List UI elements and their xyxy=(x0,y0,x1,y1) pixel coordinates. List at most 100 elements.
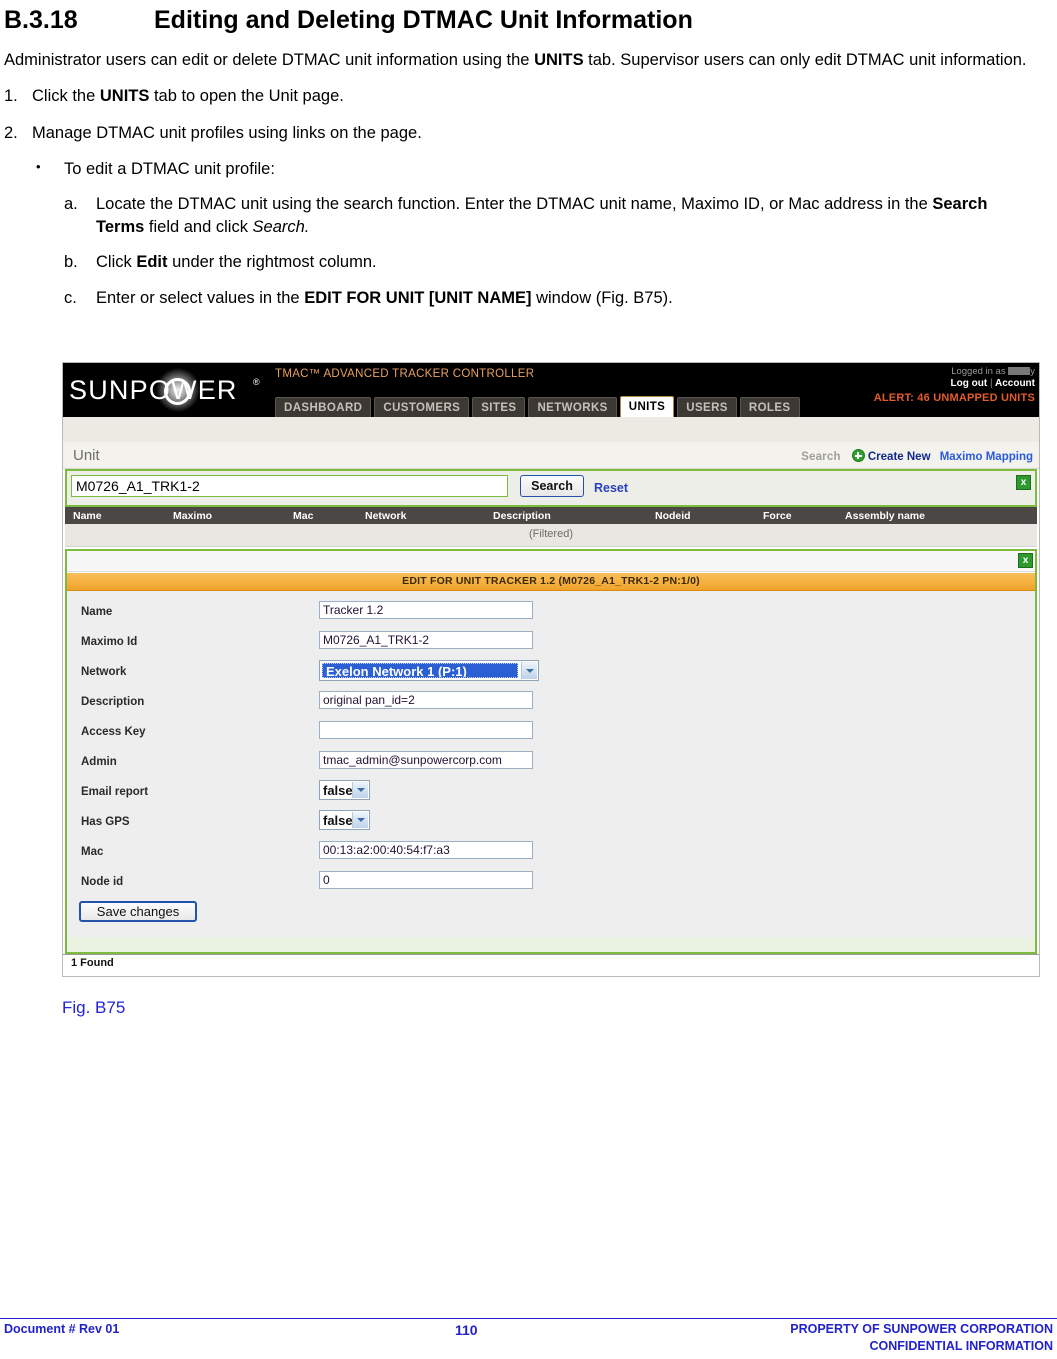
input-description[interactable] xyxy=(319,691,533,709)
column-header-nodeid: Nodeid xyxy=(655,510,691,522)
input-admin[interactable] xyxy=(319,751,533,769)
field-row-network: Network Exelon Network 1 (P:1) xyxy=(67,659,1035,689)
tab-roles[interactable]: ROLES xyxy=(739,397,800,417)
edit-panel-header: EDIT FOR UNIT TRACKER 1.2 (M0726_A1_TRK1… xyxy=(67,572,1035,591)
tab-networks[interactable]: NETWORKS xyxy=(528,397,617,417)
search-link[interactable]: Search xyxy=(801,451,841,463)
label-description: Description xyxy=(81,696,145,708)
tab-customers[interactable]: CUSTOMERS xyxy=(374,397,470,417)
label-admin: Admin xyxy=(81,756,117,768)
reset-link[interactable]: Reset xyxy=(594,481,628,495)
logo-wordmark: SUNPOWER xyxy=(69,375,238,405)
substep-a: a. Locate the DTMAC unit using the searc… xyxy=(0,180,1057,238)
save-row: Save changes xyxy=(67,899,1035,931)
tab-sites[interactable]: SITES xyxy=(472,397,526,417)
input-name[interactable] xyxy=(319,601,533,619)
session-links: Log out | Account xyxy=(874,378,1035,391)
results-count-row: 1 Found xyxy=(63,954,1039,971)
label-node-id: Node id xyxy=(81,876,124,888)
substep-a-text-2: field and click xyxy=(144,217,253,236)
app-topbar: SUNPOWER ® TMAC™ ADVANCED TRACKER CONTRO… xyxy=(63,363,1039,417)
tab-units[interactable]: UNITS xyxy=(619,396,675,417)
field-row-email-report: Email report false xyxy=(67,779,1035,809)
field-row-admin: Admin xyxy=(67,749,1035,779)
close-edit-panel-icon[interactable]: x xyxy=(1018,553,1033,568)
document-footer: Document # Rev 01 110 PROPERTY OF SUNPOW… xyxy=(0,1318,1057,1353)
step-1-marker: 1. xyxy=(4,87,18,106)
field-row-node-id: Node id xyxy=(67,869,1035,899)
select-network[interactable]: Exelon Network 1 (P:1) xyxy=(319,660,539,681)
step-2-text: Manage DTMAC unit profiles using links o… xyxy=(32,123,422,142)
save-changes-button[interactable]: Save changes xyxy=(79,901,197,922)
logo-trademark: ® xyxy=(253,377,260,387)
logo-o-ring-icon xyxy=(164,378,191,405)
sunpower-logo: SUNPOWER ® xyxy=(67,367,263,413)
column-header-name: Name xyxy=(73,510,102,522)
intro-paragraph: Administrator users can edit or delete D… xyxy=(0,35,1057,72)
field-row-mac: Mac xyxy=(67,839,1035,869)
substep-a-marker: a. xyxy=(64,195,78,214)
maximo-mapping-link[interactable]: Maximo Mapping xyxy=(940,451,1033,463)
substep-b: b. Click Edit under the rightmost column… xyxy=(0,238,1057,274)
footer-property-notice: PROPERTY OF SUNPOWER CORPORATION xyxy=(790,1322,1053,1336)
close-search-panel-icon[interactable]: x xyxy=(1016,475,1031,490)
step-1-bold: UNITS xyxy=(99,87,150,106)
input-access-key[interactable] xyxy=(319,721,533,739)
substep-c-marker: c. xyxy=(64,288,77,307)
substep-a-text-1: Locate the DTMAC unit using the search f… xyxy=(96,195,933,214)
select-email-report[interactable]: false xyxy=(319,780,370,800)
bullet-text: To edit a DTMAC unit profile: xyxy=(64,159,275,178)
substep-c: c. Enter or select values in the EDIT FO… xyxy=(0,274,1057,310)
account-link[interactable]: Account xyxy=(995,378,1035,389)
main-nav-tabs: DASHBOARD CUSTOMERS SITES NETWORKS UNITS… xyxy=(275,396,800,417)
unit-heading: Unit xyxy=(73,447,100,464)
step-1: 1. Click the UNITS tab to open the Unit … xyxy=(0,71,1057,108)
steps-list: 1. Click the UNITS tab to open the Unit … xyxy=(0,71,1057,144)
label-has-gps: Has GPS xyxy=(81,816,130,828)
select-network-value: Exelon Network 1 (P:1) xyxy=(322,663,518,678)
figure-caption: Fig. B75 xyxy=(62,998,126,1017)
step-2: 2. Manage DTMAC unit profiles using link… xyxy=(0,108,1057,145)
column-header-description: Description xyxy=(493,510,551,522)
input-maximo-id[interactable] xyxy=(319,631,533,649)
footer-document-id: Document # Rev 01 xyxy=(4,1322,120,1336)
substep-c-text-2: window (Fig. B75). xyxy=(531,288,673,307)
column-header-assembly: Assembly name xyxy=(845,510,925,522)
username-suffix: y xyxy=(1030,366,1035,377)
edit-panel-toolbar: x xyxy=(67,551,1035,572)
field-row-description: Description xyxy=(67,689,1035,719)
tab-dashboard[interactable]: DASHBOARD xyxy=(275,397,372,417)
input-node-id[interactable] xyxy=(319,871,533,889)
tab-users[interactable]: USERS xyxy=(677,397,737,417)
select-has-gps[interactable]: false xyxy=(319,810,370,830)
page-title: B.3.18 Editing and Deleting DTMAC Unit In… xyxy=(0,0,1057,35)
intro-text-1: Administrator users can edit or delete D… xyxy=(4,50,535,69)
substep-c-bold: EDIT FOR UNIT [UNIT NAME] xyxy=(304,288,532,307)
substep-b-marker: b. xyxy=(64,253,78,272)
unmapped-units-alert[interactable]: ALERT: 46 UNMAPPED UNITS xyxy=(874,391,1035,405)
logout-link[interactable]: Log out xyxy=(951,378,988,389)
field-row-has-gps: Has GPS false xyxy=(67,809,1035,839)
column-header-mac: Mac xyxy=(293,510,314,522)
select-has-gps-value: false xyxy=(323,813,353,828)
step-1-text-1: Click the xyxy=(32,87,100,106)
chevron-down-icon xyxy=(352,782,368,798)
search-terms-input[interactable] xyxy=(71,475,508,497)
footer-confidential-notice: CONFIDENTIAL INFORMATION xyxy=(869,1339,1053,1353)
intro-text-2: tab. Supervisor users can only edit DTMA… xyxy=(583,50,1027,69)
section-number: B.3.18 xyxy=(4,6,78,34)
field-row-name: Name xyxy=(67,599,1035,629)
create-new-link[interactable]: Create New xyxy=(868,451,931,463)
edit-unit-form: Name Maximo Id Network Exelon Network 1 … xyxy=(67,591,1035,937)
label-access-key: Access Key xyxy=(81,726,146,738)
filtered-indicator-row: (Filtered) xyxy=(65,524,1037,547)
search-button[interactable]: Search xyxy=(520,475,584,497)
substep-b-text-1: Click xyxy=(96,253,137,272)
session-link-separator: | xyxy=(989,378,993,390)
input-mac[interactable] xyxy=(319,841,533,859)
unit-page-header: Unit Search Create New Maximo Mapping xyxy=(63,442,1039,469)
results-count-label: 1 Found xyxy=(71,957,114,969)
bullet-edit-profile: • To edit a DTMAC unit profile: xyxy=(0,145,1057,181)
column-header-maximo: Maximo xyxy=(173,510,213,522)
substep-b-text-2: under the rightmost column. xyxy=(167,253,377,272)
